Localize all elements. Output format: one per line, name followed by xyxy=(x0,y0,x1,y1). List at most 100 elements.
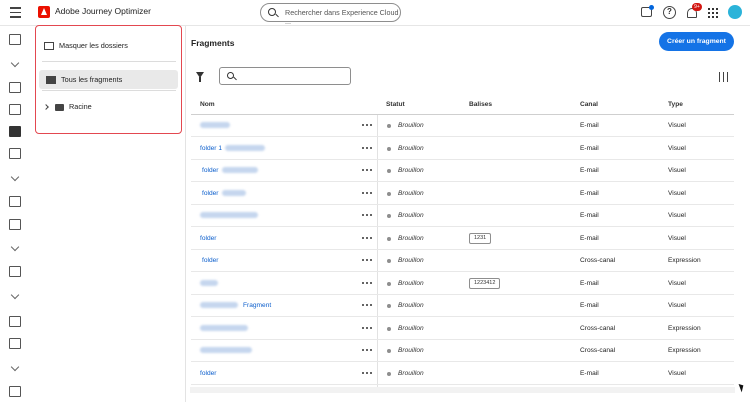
fragments-icon[interactable] xyxy=(9,126,21,137)
column-header-type[interactable]: Type xyxy=(668,101,683,108)
settings-icon[interactable] xyxy=(9,338,21,349)
fragments-icon xyxy=(46,76,56,85)
campaign-icon[interactable] xyxy=(9,82,21,93)
status-dot xyxy=(387,326,391,331)
more-actions-icon[interactable] xyxy=(362,349,373,352)
fragment-name-link[interactable]: folder xyxy=(200,190,246,197)
divider xyxy=(42,90,176,91)
channel-text: Cross-canal xyxy=(580,257,616,264)
fragment-name-link[interactable]: Fragment xyxy=(200,302,271,309)
content-icon[interactable] xyxy=(9,196,21,207)
divider xyxy=(42,61,176,62)
chevron-down-icon[interactable] xyxy=(10,362,20,372)
status-text: Brouillon xyxy=(398,369,424,377)
create-fragment-button[interactable]: Créer un fragment xyxy=(659,32,734,51)
column-header-name[interactable]: Nom xyxy=(200,101,215,108)
chat-icon[interactable] xyxy=(641,5,654,17)
filter-icon[interactable] xyxy=(196,72,204,82)
fragment-name-link[interactable]: folder 1 xyxy=(200,145,265,152)
channels-icon[interactable] xyxy=(9,386,21,397)
column-header-tags[interactable]: Balises xyxy=(469,101,492,108)
search-placeholder: Rechercher dans Experience Cloud ... xyxy=(285,8,399,26)
table-row[interactable]: Fragment Brouillon E-mail Visuel xyxy=(191,295,734,317)
hide-folders-button[interactable]: Masquer les dossiers xyxy=(44,41,128,51)
more-actions-icon[interactable] xyxy=(362,169,373,172)
table-row[interactable]: folder 1 Brouillon E-mail Visuel xyxy=(191,138,734,160)
table-row[interactable]: Brouillon 1223412 E-mail Visuel xyxy=(191,273,734,295)
fragment-name-link[interactable]: folder xyxy=(200,370,217,377)
search-input[interactable] xyxy=(219,67,351,85)
help-icon[interactable]: ? xyxy=(663,6,676,19)
menu-icon[interactable] xyxy=(10,7,21,19)
chevron-down-icon[interactable] xyxy=(10,58,20,68)
fragment-name-link[interactable] xyxy=(200,324,248,332)
more-actions-icon[interactable] xyxy=(362,281,373,285)
column-header-status[interactable]: Statut xyxy=(386,101,405,108)
status-dot xyxy=(387,281,391,286)
audience-icon[interactable] xyxy=(9,266,21,277)
table-row[interactable]: folder Brouillon 1231 E-mail Visuel xyxy=(191,228,734,250)
column-header-channel[interactable]: Canal xyxy=(580,101,598,108)
reports-icon[interactable] xyxy=(9,316,21,327)
app-title: Adobe Journey Optimizer xyxy=(55,6,151,16)
type-text: Visuel xyxy=(668,167,686,174)
status-text: Brouillon xyxy=(398,144,424,152)
fragment-name-link[interactable] xyxy=(200,122,230,129)
table-row[interactable]: folder Brouillon E-mail Visuel xyxy=(191,183,734,205)
more-actions-icon[interactable] xyxy=(362,371,373,375)
top-bar: Adobe Journey Optimizer Rechercher dans … xyxy=(0,0,750,26)
status-dot xyxy=(387,191,391,196)
journey-icon[interactable] xyxy=(9,104,21,115)
table-row[interactable]: folder Brouillon E-mail Visuel xyxy=(191,363,734,385)
more-actions-icon[interactable] xyxy=(362,236,373,240)
status-dot xyxy=(387,169,391,173)
all-fragments-item[interactable]: Tous les fragments xyxy=(39,70,178,89)
chevron-down-icon[interactable] xyxy=(10,242,20,252)
assets-icon[interactable] xyxy=(9,219,21,230)
table-row[interactable]: folder Brouillon E-mail Visuel xyxy=(191,160,734,182)
chevron-down-icon[interactable] xyxy=(10,172,20,182)
fragment-name-link[interactable] xyxy=(200,279,218,287)
table-row[interactable]: Brouillon E-mail Visuel xyxy=(191,115,734,137)
more-actions-icon[interactable] xyxy=(362,146,373,150)
more-actions-icon[interactable] xyxy=(362,259,373,262)
global-search-input[interactable]: Rechercher dans Experience Cloud ... xyxy=(260,3,401,26)
fragment-name-link[interactable]: folder xyxy=(200,235,217,242)
fragment-name-link[interactable]: folder xyxy=(200,257,219,264)
root-label: Racine xyxy=(69,102,92,111)
status-dot xyxy=(387,214,391,218)
fragment-name-link[interactable] xyxy=(200,347,252,354)
table-row[interactable]: folder Brouillon Cross-canal Expression xyxy=(191,250,734,272)
status-text: Brouillon xyxy=(398,189,424,197)
more-actions-icon[interactable] xyxy=(362,191,373,195)
more-actions-icon[interactable] xyxy=(362,214,373,217)
status-dot xyxy=(387,236,391,241)
more-actions-icon[interactable] xyxy=(362,304,373,307)
chevron-right-icon[interactable] xyxy=(43,104,49,110)
avatar[interactable] xyxy=(728,5,742,19)
fragment-name-link[interactable] xyxy=(200,212,258,219)
table-row[interactable]: Brouillon E-mail Visuel xyxy=(191,205,734,227)
table-row[interactable]: Brouillon Cross-canal Expression xyxy=(191,318,734,340)
status-text: Brouillon xyxy=(398,212,424,219)
root-folder-item[interactable]: Racine xyxy=(43,102,92,111)
channel-text: E-mail xyxy=(580,234,599,242)
channel-text: E-mail xyxy=(580,302,599,309)
apps-grid-icon[interactable] xyxy=(708,8,718,18)
table-row[interactable]: Brouillon Cross-canal Expression xyxy=(191,340,734,362)
channel-text: E-mail xyxy=(580,189,599,197)
chevron-down-icon[interactable] xyxy=(10,290,20,300)
more-actions-icon[interactable] xyxy=(362,326,373,330)
horizontal-scrollbar[interactable] xyxy=(190,387,735,393)
fragment-name-link[interactable]: folder xyxy=(200,167,258,174)
column-settings-icon[interactable] xyxy=(719,72,728,82)
type-text: Visuel xyxy=(668,369,686,377)
status-text: Brouillon xyxy=(398,234,424,242)
more-actions-icon[interactable] xyxy=(362,124,373,127)
document-icon[interactable] xyxy=(9,148,21,159)
page-title: Fragments xyxy=(191,38,235,48)
channel-text: E-mail xyxy=(580,122,599,129)
hide-folders-label: Masquer les dossiers xyxy=(59,41,128,50)
home-icon[interactable] xyxy=(9,34,21,45)
status-dot xyxy=(387,259,391,263)
